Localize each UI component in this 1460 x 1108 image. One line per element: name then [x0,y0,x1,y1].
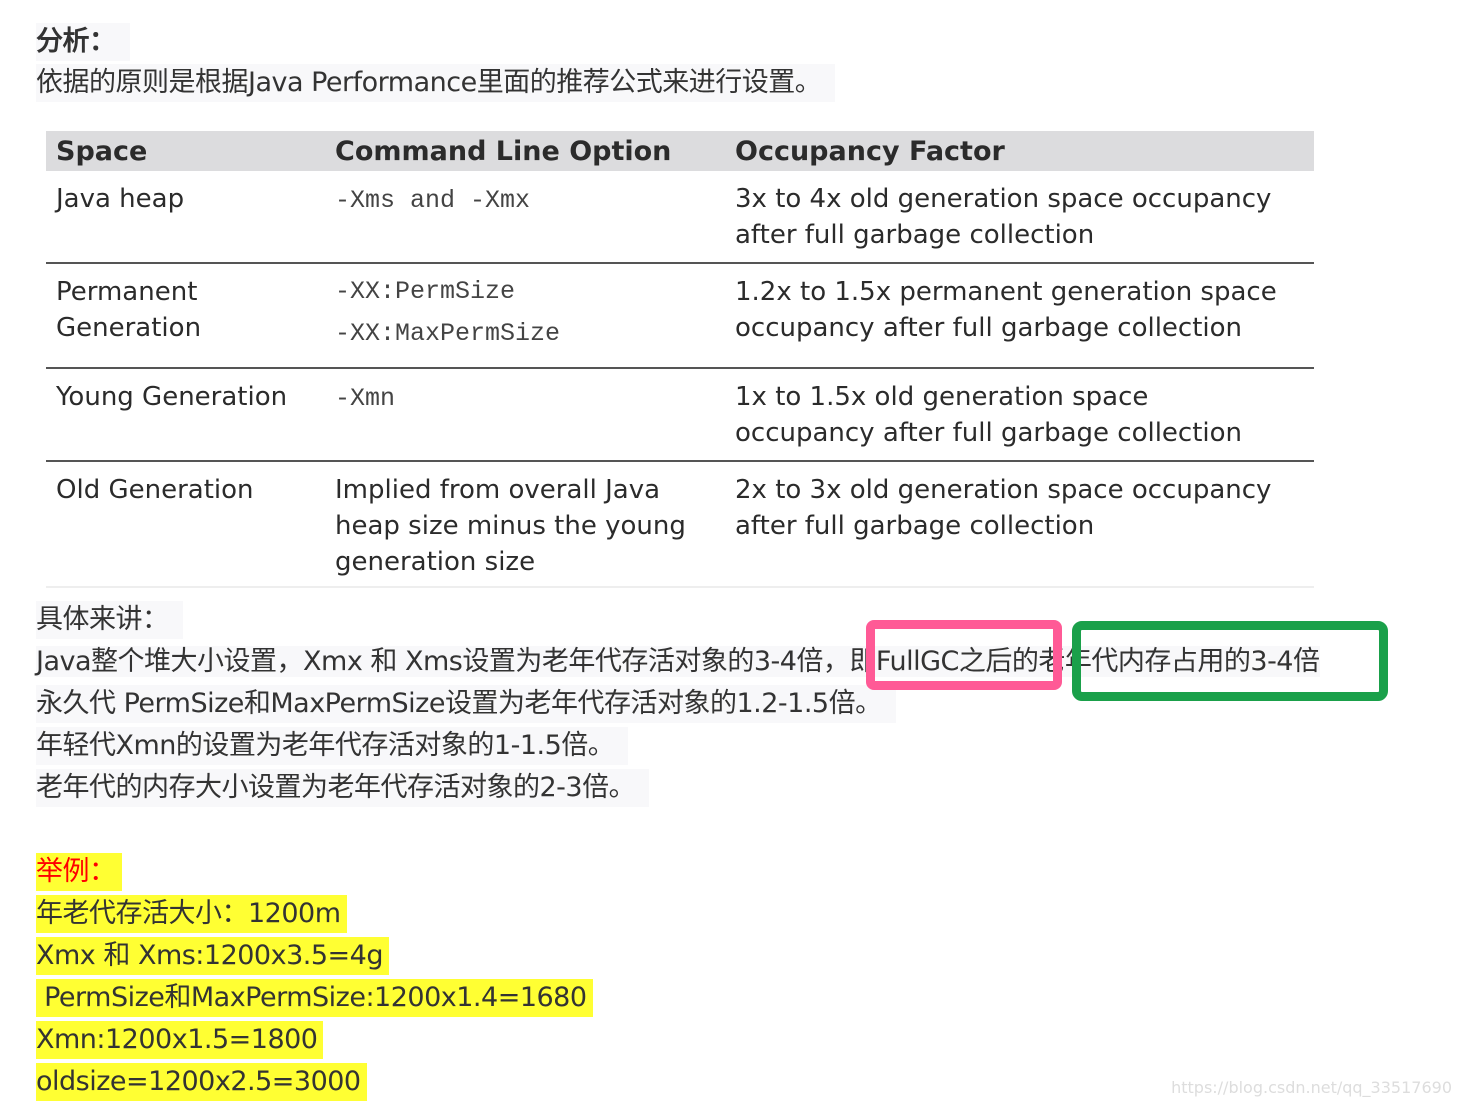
factor-line: occupancy after full garbage collection [735,418,1243,448]
table-row: Permanent Generation -XX:PermSize -XX:Ma… [46,264,1314,369]
cell-factor: 1.2x to 1.5x permanent generation space … [735,274,1314,367]
table-row: Young Generation -Xmn 1x to 1.5x old gen… [46,369,1314,462]
pink-annotation-box [866,620,1062,690]
cell-factor: 2x to 3x old generation space occupancy … [735,472,1314,586]
table-row: Java heap -Xms and -Xmx 3x to 4x old gen… [46,171,1314,264]
analysis-heading: 分析： [36,23,130,61]
option-line: Implied from overall Java [335,475,661,505]
cell-space: Permanent Generation [46,274,335,367]
detail-line-old: 老年代的内存大小设置为老年代存活对象的2-3倍。 [36,769,650,807]
factor-line: after full garbage collection [735,220,1095,250]
cell-space: Young Generation [56,382,288,412]
example-line: Xmx 和 Xms:1200x3.5=4g [36,937,389,975]
header-option: Command Line Option [335,135,672,167]
factor-line: after full garbage collection [735,511,1095,541]
cell-factor: 3x to 4x old generation space occupancy … [735,181,1314,262]
option-line: generation size [335,547,536,577]
table-row: Old Generation Implied from overall Java… [46,462,1314,588]
example-line: PermSize和MaxPermSize:1200x1.4=1680 [36,979,593,1017]
option-line: -XX:PermSize [335,277,516,306]
table-header: Space Command Line Option Occupancy Fact… [46,131,1314,171]
space-line: Generation [56,313,202,343]
factor-line: occupancy after full garbage collection [735,313,1243,343]
watermark: https://blog.csdn.net/qq_33517690 [1171,1078,1452,1097]
example-line: Xmn:1200x1.5=1800 [36,1021,324,1059]
cell-option: Implied from overall Java heap size minu… [335,472,735,586]
details-heading: 具体来讲： [36,601,183,639]
cell-option: -XX:PermSize -XX:MaxPermSize [335,274,735,367]
factor-line: 1x to 1.5x old generation space [735,382,1149,412]
detail-line-young: 年轻代Xmn的设置为老年代存活对象的1-1.5倍。 [36,727,629,765]
green-annotation-box [1072,621,1388,701]
jvm-sizing-table: Space Command Line Option Occupancy Fact… [46,131,1314,588]
example-heading: 举例： [36,853,122,891]
cell-option: -Xmn [335,384,396,413]
cell-option: -Xms and -Xmx [335,186,531,215]
factor-line: 2x to 3x old generation space occupancy [735,475,1272,505]
heap-text: Java整个堆大小设置，Xmx 和 Xms设置为老年代存活对象的3-4倍， [36,646,850,677]
factor-line: 1.2x to 1.5x permanent generation space [735,277,1277,307]
header-factor: Occupancy Factor [735,135,1005,167]
space-line: Permanent [56,277,198,307]
option-line: heap size minus the young [335,511,686,541]
detail-line-perm: 永久代 PermSize和MaxPermSize设置为老年代存活对象的1.2-1… [36,685,896,723]
factor-line: 3x to 4x old generation space occupancy [735,184,1272,214]
header-space: Space [56,135,148,167]
intro-paragraph: 依据的原则是根据Java Performance里面的推荐公式来进行设置。 [36,64,836,102]
cell-factor: 1x to 1.5x old generation space occupanc… [735,379,1314,460]
option-line: -XX:MaxPermSize [335,319,561,348]
example-line: oldsize=1200x2.5=3000 [36,1063,367,1101]
example-line: 年老代存活大小：1200m [36,895,347,933]
cell-space: Old Generation [56,475,254,505]
cell-space: Java heap [56,184,185,214]
